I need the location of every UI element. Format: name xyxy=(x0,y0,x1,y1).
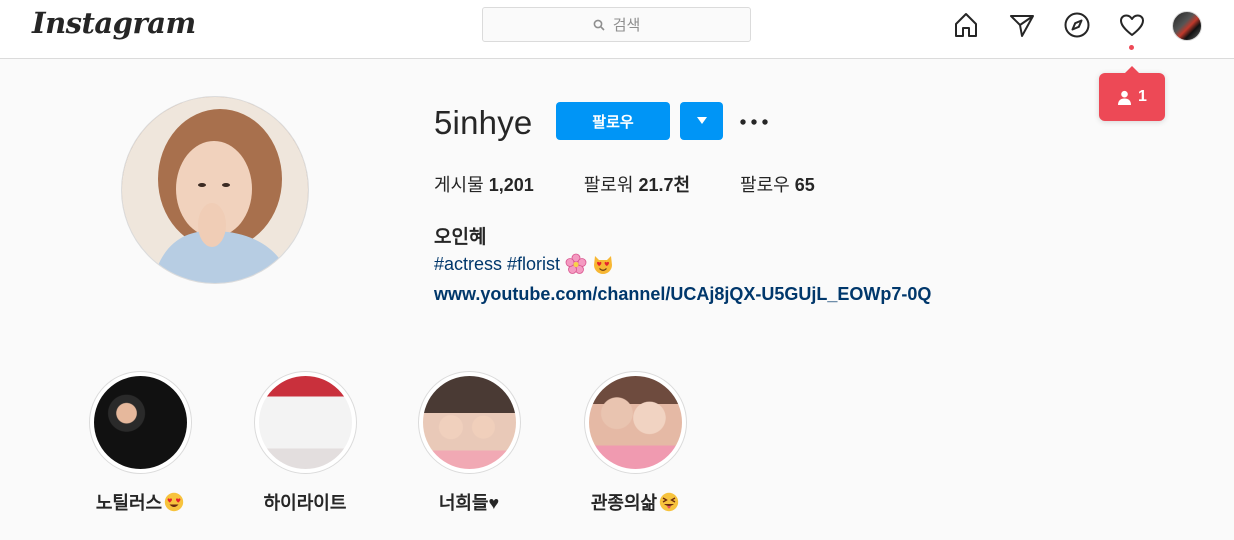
more-options-button[interactable] xyxy=(738,106,770,136)
highlight-label: 관종의삶 xyxy=(590,493,658,513)
direct-message-icon[interactable] xyxy=(1006,9,1038,41)
stat-value: 1,201 xyxy=(488,175,534,195)
triangle-down-icon xyxy=(696,116,707,127)
following-count[interactable]: 팔로우 65 xyxy=(740,171,815,197)
squinting-tongue-emoji xyxy=(659,492,679,512)
stat-label: 팔로워 xyxy=(583,175,634,195)
stat-label: 게시물 xyxy=(434,175,484,195)
explore-compass-icon[interactable] xyxy=(1061,9,1093,41)
profile-full-name: 오인혜 xyxy=(434,227,487,248)
highlight-label: 노틸러스 xyxy=(95,493,163,513)
follow-button[interactable]: 팔로우 xyxy=(556,102,670,140)
top-navigation: Instagram 검색 xyxy=(0,0,1234,59)
highlight-cover xyxy=(583,371,687,474)
highlight-label: 너희들♥ xyxy=(438,493,500,513)
suggested-accounts-button[interactable] xyxy=(680,102,723,140)
stat-value: 65 xyxy=(794,175,815,195)
notification-count: 1 xyxy=(1138,88,1147,105)
person-icon xyxy=(1117,90,1132,105)
bio-hashtags[interactable]: #actress #florist xyxy=(434,254,560,275)
stat-value: 21.7천 xyxy=(638,175,691,195)
follower-notification-popup[interactable]: 1 xyxy=(1099,66,1165,121)
home-icon[interactable] xyxy=(950,9,982,41)
heart-eyes-cat-emoji xyxy=(592,253,614,275)
followers-count[interactable]: 팔로워 21.7천 xyxy=(584,171,690,197)
highlight-label: 하이라이트 xyxy=(263,493,347,513)
highlight-item[interactable]: 너희들♥ xyxy=(414,371,524,515)
heart-eyes-emoji xyxy=(164,492,184,512)
search-icon xyxy=(593,19,605,31)
highlight-item[interactable]: 관종의삶 xyxy=(580,371,690,515)
highlight-item[interactable]: 노틸러스 xyxy=(85,371,195,515)
highlight-cover xyxy=(417,371,521,474)
instagram-logo[interactable]: Instagram xyxy=(32,6,196,40)
profile-avatar[interactable] xyxy=(1172,11,1202,41)
profile-external-link[interactable]: www.youtube.com/channel/UCAj8jQX-U5GUjL_… xyxy=(434,284,931,305)
profile-username: 5inhye xyxy=(434,104,533,141)
search-input[interactable]: 검색 xyxy=(482,7,751,42)
search-placeholder: 검색 xyxy=(612,17,641,34)
profile-picture[interactable] xyxy=(121,96,309,284)
profile-stats: 게시물 1,201 팔로워 21.7천 팔로우 65 xyxy=(434,171,865,197)
highlight-cover xyxy=(253,371,357,474)
highlight-cover xyxy=(88,371,192,474)
activity-dot xyxy=(1129,45,1134,50)
cherry-blossom-emoji xyxy=(565,253,587,275)
highlight-item[interactable]: 하이라이트 xyxy=(250,371,360,515)
more-options-icon xyxy=(740,112,768,130)
posts-count[interactable]: 게시물 1,201 xyxy=(434,171,534,197)
profile-bio: #actress #florist xyxy=(434,253,614,275)
activity-heart-icon[interactable] xyxy=(1116,9,1148,41)
stat-label: 팔로우 xyxy=(740,175,790,195)
